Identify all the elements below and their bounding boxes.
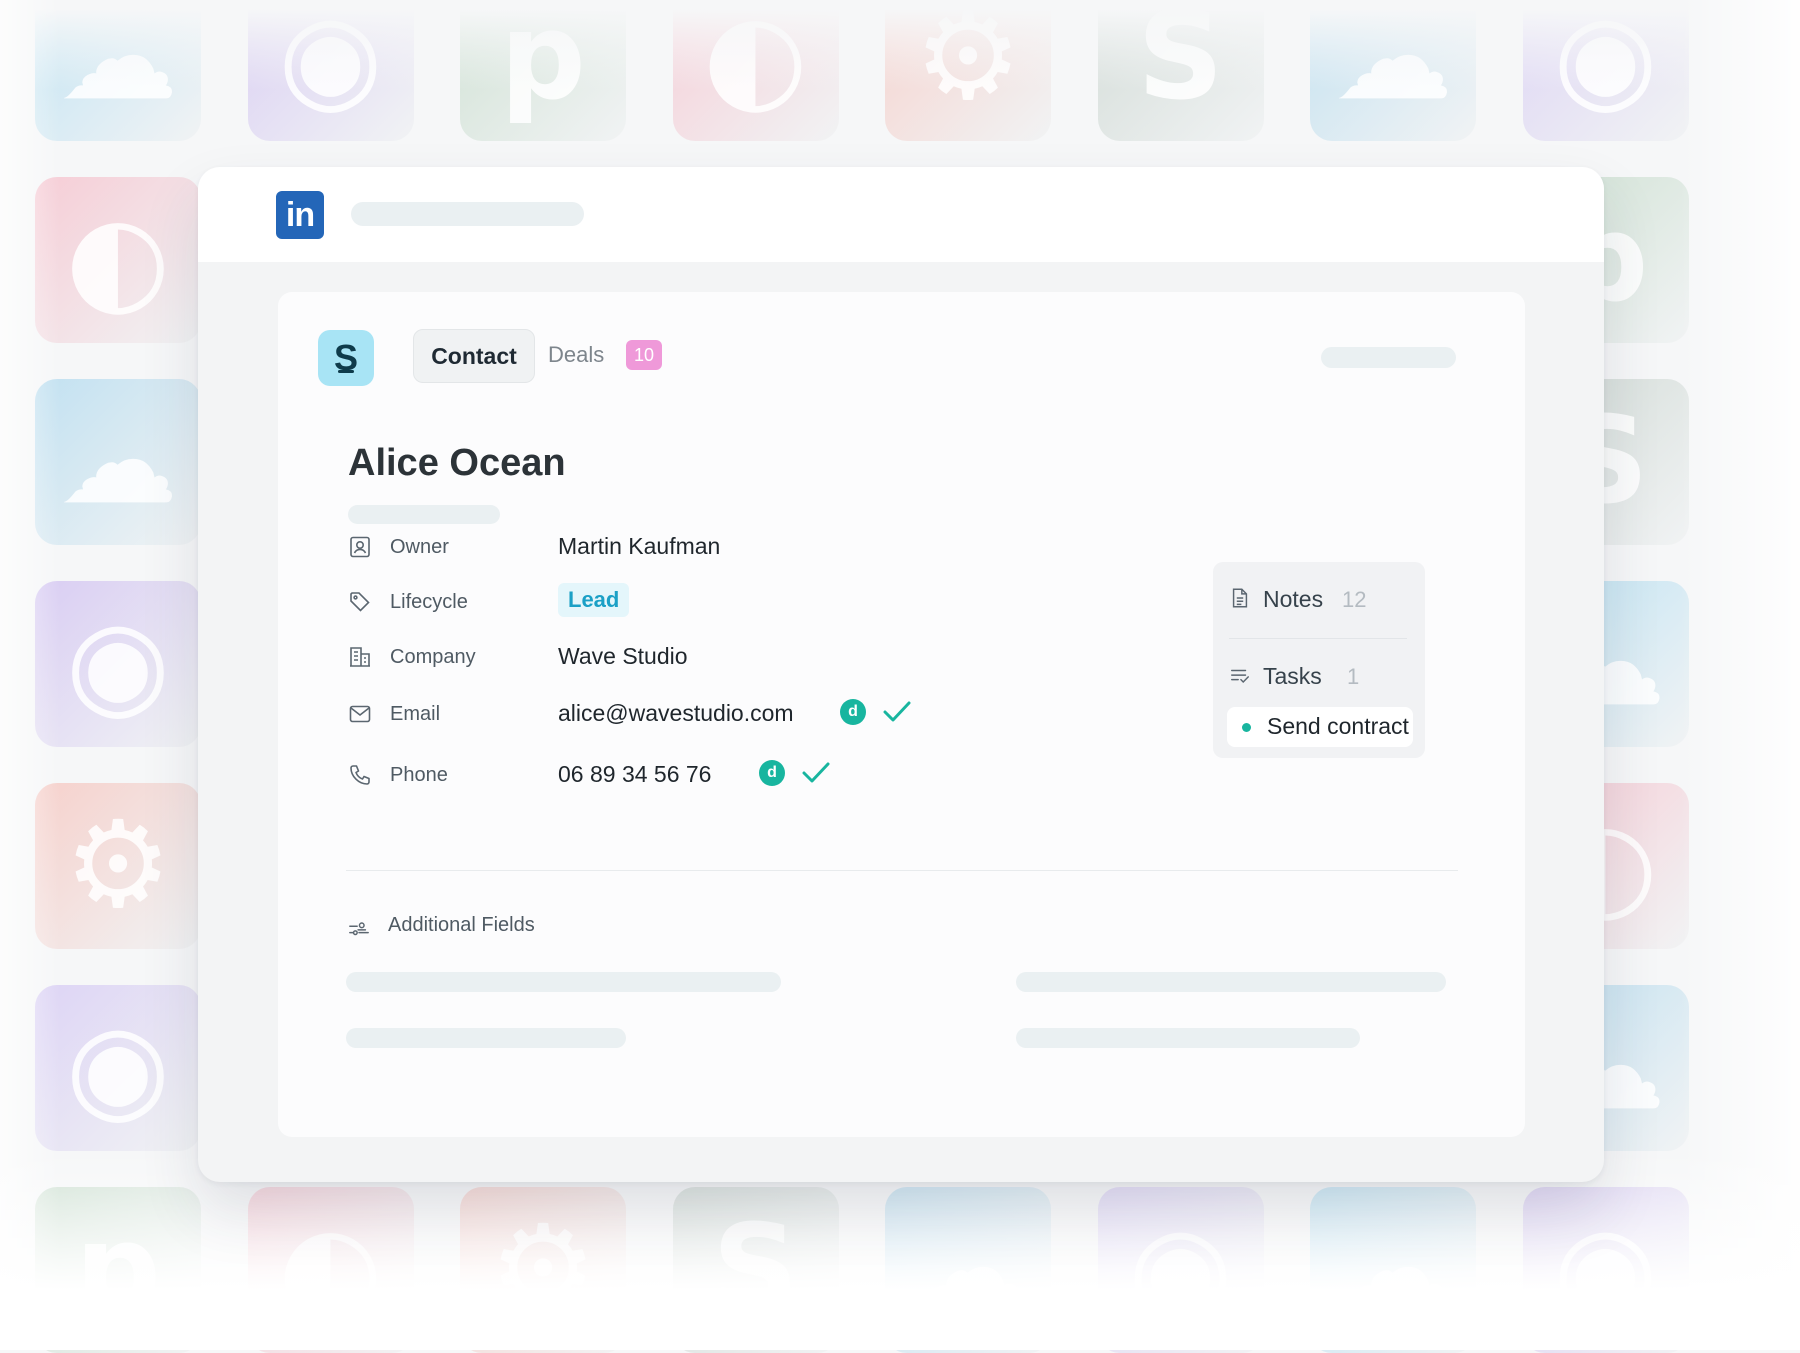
notes-count: 12 bbox=[1342, 587, 1367, 612]
owner-label: Owner bbox=[390, 536, 449, 558]
phone-icon bbox=[350, 765, 370, 785]
company-label: Company bbox=[390, 646, 476, 668]
tag-icon bbox=[350, 592, 370, 612]
activity-side-panel: Notes 12 Tasks 1 Send contract bbox=[1213, 562, 1425, 758]
task-list-icon bbox=[1231, 669, 1249, 683]
field-lifecycle: Lifecycle Lead bbox=[348, 582, 1048, 622]
tab-deals[interactable]: Deals bbox=[548, 342, 604, 368]
deals-count-badge: 10 bbox=[626, 340, 662, 370]
owner-value[interactable]: Martin Kaufman bbox=[558, 533, 720, 560]
contact-card: S Contact Deals 10 Alice Ocean Owner Mar… bbox=[278, 292, 1525, 1137]
section-divider bbox=[346, 870, 1458, 871]
linkedin-logo-icon[interactable]: in bbox=[276, 191, 324, 239]
background-fade-right bbox=[1680, 0, 1800, 1350]
email-value[interactable]: alice@wavestudio.com bbox=[558, 700, 794, 727]
background-logo-glyph: ☁ bbox=[58, 392, 178, 531]
phone-verified-check-icon bbox=[802, 762, 830, 783]
tasks-count: 1 bbox=[1347, 664, 1360, 689]
lifecycle-stage-pill[interactable]: Lead bbox=[558, 583, 630, 617]
mail-icon bbox=[349, 705, 371, 723]
additional-field-placeholder bbox=[1016, 1028, 1360, 1048]
background-fade-left bbox=[0, 0, 60, 1350]
user-badge-icon bbox=[350, 536, 370, 558]
crm-extension-window: in S Contact Deals 10 Alice Ocean Owner … bbox=[198, 167, 1604, 1182]
header-right-placeholder bbox=[1321, 347, 1456, 368]
additional-fields-toggle[interactable]: Additional Fields bbox=[348, 912, 748, 942]
additional-field-placeholder bbox=[346, 972, 781, 992]
notes-item[interactable]: Notes 12 bbox=[1229, 582, 1419, 616]
site-header: in bbox=[198, 167, 1604, 262]
header-placeholder-bar bbox=[351, 202, 584, 226]
company-value[interactable]: Wave Studio bbox=[558, 643, 688, 670]
app-logo: S bbox=[318, 330, 374, 386]
email-label: Email bbox=[390, 703, 441, 725]
background-logo-glyph: ⚙ bbox=[64, 796, 172, 935]
background-fade-top bbox=[0, 0, 1800, 90]
document-icon bbox=[1232, 588, 1248, 608]
phone-label: Phone bbox=[390, 764, 448, 786]
field-owner: Owner Martin Kaufman bbox=[348, 527, 1048, 567]
task-status-dot bbox=[1242, 723, 1251, 732]
email-verified-check-icon bbox=[883, 701, 911, 722]
lifecycle-label: Lifecycle bbox=[390, 591, 468, 613]
notes-label: Notes bbox=[1263, 586, 1324, 612]
tasks-label: Tasks bbox=[1263, 663, 1322, 689]
contact-subtitle-placeholder bbox=[348, 505, 500, 524]
background-logo-glyph: ◉ bbox=[65, 594, 171, 733]
background-logo-glyph: ◐ bbox=[65, 190, 171, 329]
tab-contact[interactable]: Contact bbox=[413, 329, 535, 383]
additional-field-placeholder bbox=[1016, 972, 1446, 992]
app-logo-underline bbox=[338, 370, 354, 373]
background-logo-glyph: ◉ bbox=[65, 998, 171, 1137]
tasks-item[interactable]: Tasks 1 bbox=[1229, 659, 1419, 693]
building-icon bbox=[350, 647, 370, 667]
field-phone: Phone 06 89 34 56 76 d bbox=[348, 755, 1048, 795]
side-panel-divider bbox=[1229, 638, 1407, 639]
additional-field-placeholder bbox=[346, 1028, 626, 1048]
additional-fields-label: Additional Fields bbox=[388, 914, 535, 936]
sliders-icon bbox=[349, 922, 369, 936]
task-send-contract[interactable]: Send contract bbox=[1227, 707, 1413, 747]
field-company: Company Wave Studio bbox=[348, 637, 1048, 677]
task-label: Send contract bbox=[1267, 713, 1409, 739]
phone-enrichment-badge[interactable]: d bbox=[759, 760, 785, 786]
field-email: Email alice@wavestudio.com d bbox=[348, 694, 1048, 734]
email-enrichment-badge[interactable]: d bbox=[840, 699, 866, 725]
contact-name: Alice Ocean bbox=[348, 442, 566, 484]
phone-value[interactable]: 06 89 34 56 76 bbox=[558, 761, 711, 788]
